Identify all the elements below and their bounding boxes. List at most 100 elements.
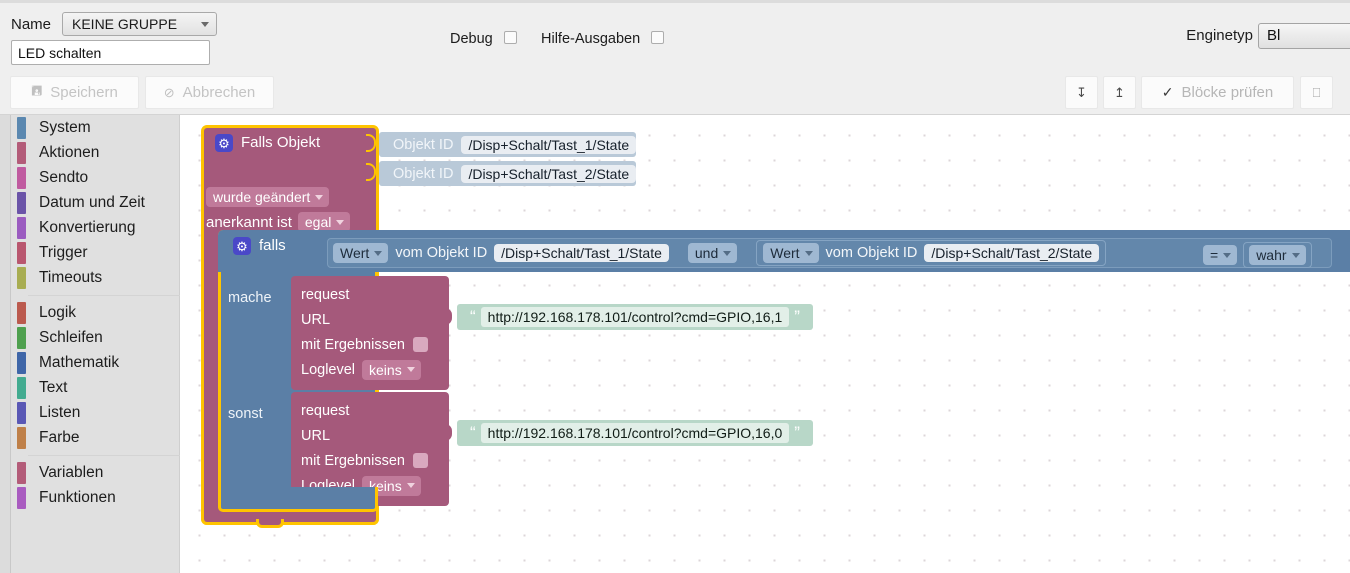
request-block-do[interactable]: request URL mit Ergebnissen Loglevel kei… (291, 276, 449, 390)
logic-operator-dropdown[interactable]: und (687, 243, 738, 263)
chevron-down-icon (315, 194, 324, 200)
request-loglevel-dropdown-do[interactable]: keins (362, 359, 421, 380)
ack-label: anerkannt ist (206, 213, 292, 231)
cancel-button[interactable]: ⊘ Abbrechen (145, 76, 274, 109)
getter-block-right[interactable]: Wert vom Objekt ID /Disp+Schalt/Tast_2/S… (756, 240, 1107, 266)
separator-line (28, 295, 180, 296)
chevron-down-icon (406, 483, 415, 488)
trigger-gear-button[interactable]: ⚙ (215, 134, 233, 152)
condition-objid-left[interactable]: /Disp+Schalt/Tast_1/State (494, 244, 669, 262)
request-loglevel-label-do: Loglevel (301, 361, 356, 378)
debug-checkbox-group[interactable]: Debug (450, 31, 517, 47)
debug-checkbox[interactable] (503, 31, 517, 44)
group-select[interactable]: KEINE GRUPPE (62, 12, 217, 36)
expand-button[interactable]: ⎕ (1300, 76, 1333, 109)
logic-and-block[interactable]: Wert vom Objekt ID /Disp+Schalt/Tast_1/S… (327, 238, 1332, 268)
category-color-swatch (17, 216, 26, 239)
category-color-swatch (17, 301, 26, 324)
sidebar-item-label: Schleifen (39, 328, 103, 346)
sidebar-item-konvertierung[interactable]: Konvertierung (11, 215, 180, 240)
request-results-row-else[interactable]: mit Ergebnissen (301, 448, 449, 473)
objid-value-1[interactable]: /Disp+Schalt/Tast_1/State (461, 135, 637, 154)
save-button[interactable]: 🖪 Speichern (10, 76, 139, 109)
gear-icon: ⚙ (233, 237, 251, 255)
sidebar-item-logik[interactable]: Logik (11, 300, 180, 325)
text-block-url-do[interactable]: “ http://192.168.178.101/control?cmd=GPI… (457, 304, 813, 330)
comparator-dropdown[interactable]: = (1203, 245, 1238, 265)
change-mode-dropdown[interactable]: wurde geändert (206, 187, 330, 207)
request-results-row-do[interactable]: mit Ergebnissen (301, 332, 449, 357)
boolean-block[interactable]: wahr (1243, 242, 1312, 268)
blockly-workspace[interactable]: ⚙ Falls Objekt Objekt ID /Disp+Schalt/Ta… (181, 115, 1350, 573)
export-button[interactable]: ↧ (1065, 76, 1098, 109)
vom-objekt-id-label-left: vom Objekt ID (395, 245, 488, 261)
sidebar-item-label: Mathematik (39, 353, 120, 371)
ack-row[interactable]: anerkannt ist egal (206, 212, 351, 232)
sidebar-item-schleifen[interactable]: Schleifen (11, 325, 180, 350)
chevron-down-icon (406, 367, 415, 372)
expand-icon: ⎕ (1312, 84, 1321, 100)
chevron-down-icon (201, 22, 209, 27)
enginetyp-select[interactable]: Bl (1258, 23, 1350, 49)
trigger-block-title: Falls Objekt (241, 134, 321, 151)
category-color-swatch (17, 401, 26, 424)
sidebar-item-datum-und-zeit[interactable]: Datum und Zeit (11, 190, 180, 215)
script-name-input[interactable] (11, 40, 210, 65)
boolean-dropdown[interactable]: wahr (1249, 245, 1306, 265)
sidebar-item-mathematik[interactable]: Mathematik (11, 350, 180, 375)
sidebar-item-farbe[interactable]: Farbe (11, 425, 180, 450)
objid-label-1: Objekt ID (393, 136, 454, 153)
objid-row-2[interactable]: Objekt ID /Disp+Schalt/Tast_2/State (379, 161, 637, 186)
ack-dropdown[interactable]: egal (297, 212, 351, 232)
sidebar-item-label: Timeouts (39, 268, 103, 286)
request-results-label-do: mit Ergebnissen (301, 336, 405, 353)
sidebar-item-system[interactable]: System (11, 115, 180, 140)
category-color-swatch (17, 351, 26, 374)
sidebar-item-trigger[interactable]: Trigger (11, 240, 180, 265)
chevron-down-icon (1223, 252, 1232, 258)
getter-right-value: Wert (770, 245, 800, 261)
url-value-do[interactable]: http://192.168.178.101/control?cmd=GPIO,… (480, 307, 790, 327)
request-title-do: request (301, 286, 350, 303)
cancel-icon: ⊘ (163, 84, 175, 100)
sidebar-item-timeouts[interactable]: Timeouts (11, 265, 180, 290)
getter-dropdown-right[interactable]: Wert (763, 243, 819, 263)
if-block-title: falls (259, 237, 286, 254)
request-results-checkbox-do[interactable] (412, 337, 428, 352)
sidebar-item-label: System (39, 118, 91, 136)
request-loglevel-row-do[interactable]: Loglevel keins (301, 357, 449, 382)
request-results-label-else: mit Ergebnissen (301, 452, 405, 469)
sidebar-item-funktionen[interactable]: Funktionen (11, 485, 180, 510)
chevron-down-icon (374, 250, 383, 256)
vom-objekt-id-label-right: vom Objekt ID (825, 245, 918, 261)
text-block-url-else[interactable]: “ http://192.168.178.101/control?cmd=GPI… (457, 420, 813, 446)
sidebar-separator (11, 290, 180, 300)
getter-dropdown-left[interactable]: Wert (333, 243, 389, 263)
sidebar-item-aktionen[interactable]: Aktionen (11, 140, 180, 165)
category-color-swatch (17, 461, 26, 484)
sidebar-item-variablen[interactable]: Variablen (11, 460, 180, 485)
sidebar-item-sendto[interactable]: Sendto (11, 165, 180, 190)
category-color-swatch (17, 241, 26, 264)
sidebar-item-text[interactable]: Text (11, 375, 180, 400)
getter-left-value: Wert (340, 245, 370, 261)
hilfe-checkbox[interactable] (651, 31, 665, 44)
category-color-swatch (17, 116, 26, 139)
sidebar-item-label: Text (39, 378, 68, 396)
request-results-checkbox-else[interactable] (412, 453, 428, 468)
sidebar-item-listen[interactable]: Listen (11, 400, 180, 425)
comparison-group[interactable]: = wahr (1203, 240, 1312, 270)
request-loglevel-value-do: keins (369, 361, 402, 378)
category-color-swatch (17, 166, 26, 189)
logic-operator-value: und (694, 245, 719, 261)
check-blocks-button[interactable]: ✓ Blöcke prüfen (1141, 76, 1294, 109)
objid-row-1[interactable]: Objekt ID /Disp+Schalt/Tast_1/State (379, 132, 637, 157)
if-gear-button[interactable]: ⚙ (233, 237, 251, 255)
condition-objid-right[interactable]: /Disp+Schalt/Tast_2/State (924, 244, 1100, 262)
objid-value-2[interactable]: /Disp+Schalt/Tast_2/State (461, 164, 637, 183)
cancel-button-label: Abbrechen (182, 84, 256, 101)
group-select-value: KEINE GRUPPE (72, 16, 178, 32)
hilfe-checkbox-group[interactable]: Hilfe-Ausgaben (541, 31, 665, 47)
url-value-else[interactable]: http://192.168.178.101/control?cmd=GPIO,… (480, 423, 790, 443)
import-button[interactable]: ↥ (1103, 76, 1136, 109)
